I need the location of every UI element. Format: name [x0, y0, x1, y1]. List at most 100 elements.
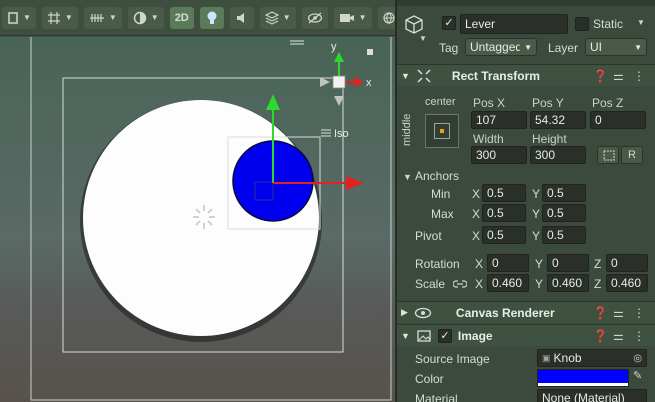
- scene-viewport[interactable]: y x Iso: [0, 37, 395, 402]
- material-label: Material: [415, 392, 458, 402]
- canvas-renderer-kebab-icon[interactable]: ⋮: [633, 306, 645, 320]
- width-value: 300: [476, 148, 497, 162]
- lighting-toggle[interactable]: [199, 6, 224, 29]
- scale-x-field[interactable]: 0.460: [487, 274, 529, 292]
- anchors-label: Anchors: [415, 169, 460, 183]
- rot-x-field[interactable]: 0: [487, 254, 529, 272]
- tool-icon: [8, 11, 18, 24]
- camera-dropdown[interactable]: ▼: [333, 6, 372, 29]
- max-y-field[interactable]: 0.5: [542, 204, 586, 222]
- object-name-field[interactable]: Lever: [460, 14, 568, 34]
- min-x-field[interactable]: 0.5: [482, 184, 526, 202]
- scale-y-field[interactable]: 0.460: [547, 274, 589, 292]
- pos-y-field[interactable]: 54.32: [530, 111, 586, 129]
- pivot-y-label: Y: [532, 229, 541, 243]
- blueprint-mode-button[interactable]: [597, 146, 619, 164]
- image-header[interactable]: ▼ ✓ Image ❓ ⚌ ⋮: [397, 324, 655, 346]
- canvas-renderer-preset-icon[interactable]: ⚌: [613, 306, 624, 320]
- draw-mode-dropdown[interactable]: ▼: [127, 6, 164, 29]
- rect-transform-header[interactable]: ▼ Rect Transform ❓ ⚌ ⋮: [397, 64, 655, 86]
- rot-z-value: 0: [611, 256, 618, 270]
- hand-tool-dropdown[interactable]: ▼: [2, 6, 36, 29]
- scale-z-label: Z: [594, 277, 602, 291]
- color-label: Color: [415, 372, 444, 386]
- anchor-presets-button[interactable]: [425, 114, 459, 148]
- width-label: Width: [473, 132, 504, 146]
- scale-z-field[interactable]: 0.460: [606, 274, 648, 292]
- foldout-arrow-icon[interactable]: ▼: [401, 71, 410, 81]
- x-arrow-icon[interactable]: [346, 176, 364, 190]
- scale-label: Scale: [415, 277, 446, 291]
- pos-z-label: Pos Z: [592, 96, 624, 110]
- width-field[interactable]: 300: [471, 146, 527, 164]
- material-field[interactable]: None (Material): [537, 389, 647, 402]
- preset-sliders-icon[interactable]: ⚌: [613, 69, 624, 83]
- grid-snap-dropdown[interactable]: ▼: [41, 6, 78, 29]
- canvas-renderer-foldout-icon[interactable]: ▶: [401, 307, 408, 318]
- image-component-icon: [417, 329, 431, 342]
- light-bulb-icon: [207, 11, 217, 24]
- scale-z-value: 0.460: [611, 276, 642, 290]
- layer-label: Layer: [548, 41, 579, 55]
- canvas-renderer-header[interactable]: ▶ Canvas Renderer ❓ ⚌ ⋮: [397, 301, 655, 323]
- globe-icon: [382, 11, 395, 24]
- image-kebab-icon[interactable]: ⋮: [633, 329, 645, 343]
- color-swatch[interactable]: [537, 369, 629, 387]
- scale-x-label: X: [475, 277, 484, 291]
- pos-x-field[interactable]: 107: [471, 111, 527, 129]
- increment-snap-dropdown[interactable]: ▼: [83, 6, 122, 29]
- static-label: Static: [593, 17, 624, 31]
- pivot-y-value: 0.5: [547, 228, 564, 242]
- eyedropper-icon[interactable]: ✎: [633, 369, 642, 382]
- pivot-y-field[interactable]: 0.5: [542, 226, 586, 244]
- raw-edit-button[interactable]: R: [621, 146, 643, 164]
- static-dropdown-caret[interactable]: ▼: [637, 18, 645, 27]
- image-enabled-checkbox[interactable]: ✓: [437, 328, 452, 343]
- gizmos-dropdown[interactable]: [377, 6, 395, 29]
- active-checkbox[interactable]: ✓: [442, 16, 456, 30]
- canvas-renderer-help-icon[interactable]: ❓: [593, 306, 608, 320]
- pos-z-field[interactable]: 0: [590, 111, 646, 129]
- gameobject-cube-icon: [405, 15, 423, 34]
- effects-layers-icon: [264, 10, 279, 25]
- object-picker-icon[interactable]: ◎: [633, 353, 642, 364]
- layer-dropdown[interactable]: UI ▼: [585, 38, 647, 56]
- audio-toggle[interactable]: [229, 6, 254, 29]
- constrain-proportions-link-icon[interactable]: [453, 279, 467, 289]
- tag-dropdown[interactable]: Untagged ▼: [465, 38, 537, 56]
- iso-menu-icon[interactable]: [321, 129, 331, 137]
- image-preset-icon[interactable]: ⚌: [613, 329, 624, 343]
- max-y-value: 0.5: [547, 206, 564, 220]
- max-x-field[interactable]: 0.5: [482, 204, 526, 222]
- pos-y-value: 54.32: [535, 113, 566, 127]
- rot-y-field[interactable]: 0: [547, 254, 589, 272]
- kebab-menu-icon[interactable]: ⋮: [633, 69, 645, 83]
- object-header: [403, 14, 425, 36]
- pos-x-value: 107: [476, 113, 497, 127]
- y-arrow-icon[interactable]: [266, 94, 280, 110]
- scene-visibility-toggle[interactable]: [301, 6, 328, 29]
- static-checkbox[interactable]: [575, 17, 589, 31]
- pivot-x-value: 0.5: [487, 228, 504, 242]
- pos-x-label: Pos X: [473, 96, 506, 110]
- image-foldout-icon[interactable]: ▼: [401, 331, 410, 341]
- effects-dropdown[interactable]: ▼: [259, 6, 296, 29]
- toggle-2d-button[interactable]: 2D: [169, 6, 194, 29]
- height-value: 300: [535, 148, 556, 162]
- min-y-field[interactable]: 0.5: [542, 184, 586, 202]
- iso-label: Iso: [334, 128, 349, 140]
- layer-value: UI: [590, 40, 602, 54]
- pivot-x-field[interactable]: 0.5: [482, 226, 526, 244]
- ruler-icon: [89, 13, 104, 22]
- rot-z-field[interactable]: 0: [606, 254, 648, 272]
- image-help-icon[interactable]: ❓: [593, 329, 608, 343]
- anchors-foldout-icon[interactable]: ▼: [403, 172, 412, 182]
- tag-label: Tag: [439, 41, 459, 55]
- pivot-x-label: X: [472, 229, 481, 243]
- height-field[interactable]: 300: [530, 146, 586, 164]
- help-icon[interactable]: ❓: [593, 69, 608, 83]
- source-image-field[interactable]: ▣ Knob ◎: [537, 349, 647, 367]
- raw-edit-label: R: [628, 149, 636, 161]
- icon-dropdown-caret[interactable]: ▼: [419, 34, 427, 43]
- toggle-2d-label: 2D: [174, 11, 189, 24]
